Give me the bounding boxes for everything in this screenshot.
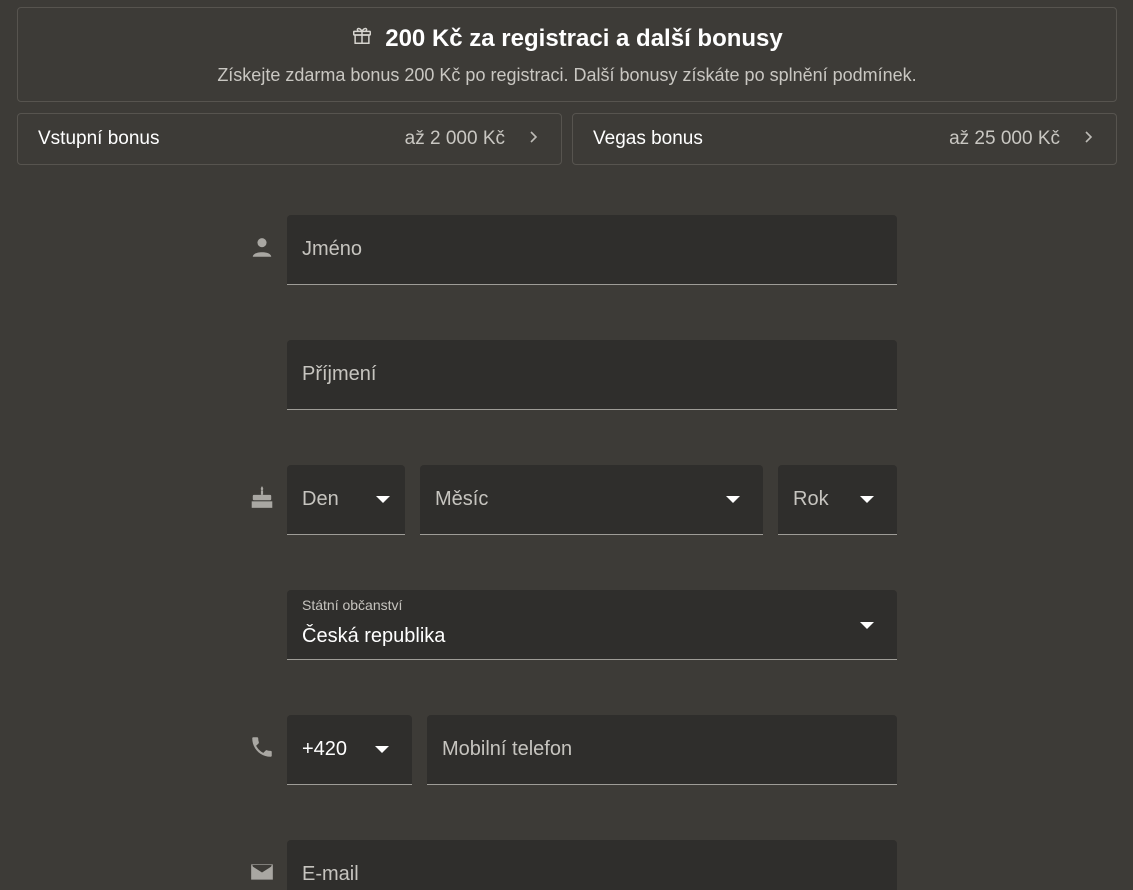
- last-name-field[interactable]: Příjmení: [287, 340, 897, 410]
- dropdown-arrow-icon: [376, 496, 390, 503]
- phone-prefix-select[interactable]: +420: [287, 715, 412, 785]
- gift-icon: [351, 24, 373, 53]
- month-select[interactable]: Měsíc: [420, 465, 763, 535]
- chevron-right-icon: [527, 128, 541, 150]
- promo-title: 200 Kč za registraci a další bonusy: [385, 24, 783, 52]
- day-placeholder: Den: [302, 488, 339, 510]
- phone-placeholder: Mobilní telefon: [442, 738, 573, 760]
- bonus-entry-button[interactable]: Vstupní bonus až 2 000 Kč: [17, 113, 562, 165]
- dropdown-arrow-icon: [375, 746, 389, 753]
- email-placeholder: E-mail: [302, 863, 359, 885]
- dropdown-arrow-icon: [860, 496, 874, 503]
- person-icon: [249, 234, 275, 260]
- year-select[interactable]: Rok: [778, 465, 897, 535]
- bonus-name: Vstupní bonus: [38, 128, 160, 149]
- citizenship-label: Státní občanství: [302, 597, 403, 613]
- phone-prefix-value: +420: [302, 738, 348, 760]
- dropdown-arrow-icon: [860, 622, 874, 629]
- first-name-field[interactable]: Jméno: [287, 215, 897, 285]
- phone-field[interactable]: Mobilní telefon: [427, 715, 897, 785]
- email-field[interactable]: E-mail: [287, 840, 897, 890]
- chevron-right-icon: [1082, 128, 1096, 150]
- first-name-placeholder: Jméno: [302, 238, 363, 260]
- day-select[interactable]: Den: [287, 465, 405, 535]
- phone-icon: [249, 734, 275, 760]
- promo-banner: 200 Kč za registraci a další bonusy Získ…: [17, 7, 1117, 102]
- promo-title-row: 200 Kč za registraci a další bonusy: [18, 24, 1116, 53]
- year-placeholder: Rok: [793, 488, 829, 510]
- dropdown-arrow-icon: [726, 496, 740, 503]
- cake-icon: [249, 484, 275, 510]
- bonus-amount: až 25 000 Kč: [949, 128, 1060, 149]
- bonus-vegas-button[interactable]: Vegas bonus až 25 000 Kč: [572, 113, 1117, 165]
- citizenship-select[interactable]: Státní občanství Česká republika: [287, 590, 897, 660]
- month-placeholder: Měsíc: [435, 488, 489, 510]
- bonus-name: Vegas bonus: [593, 128, 703, 149]
- bonus-amount: až 2 000 Kč: [404, 128, 505, 149]
- last-name-placeholder: Příjmení: [302, 363, 377, 385]
- citizenship-value: Česká republika: [302, 625, 446, 647]
- mail-icon: [249, 859, 275, 885]
- promo-subtitle: Získejte zdarma bonus 200 Kč po registra…: [217, 65, 917, 85]
